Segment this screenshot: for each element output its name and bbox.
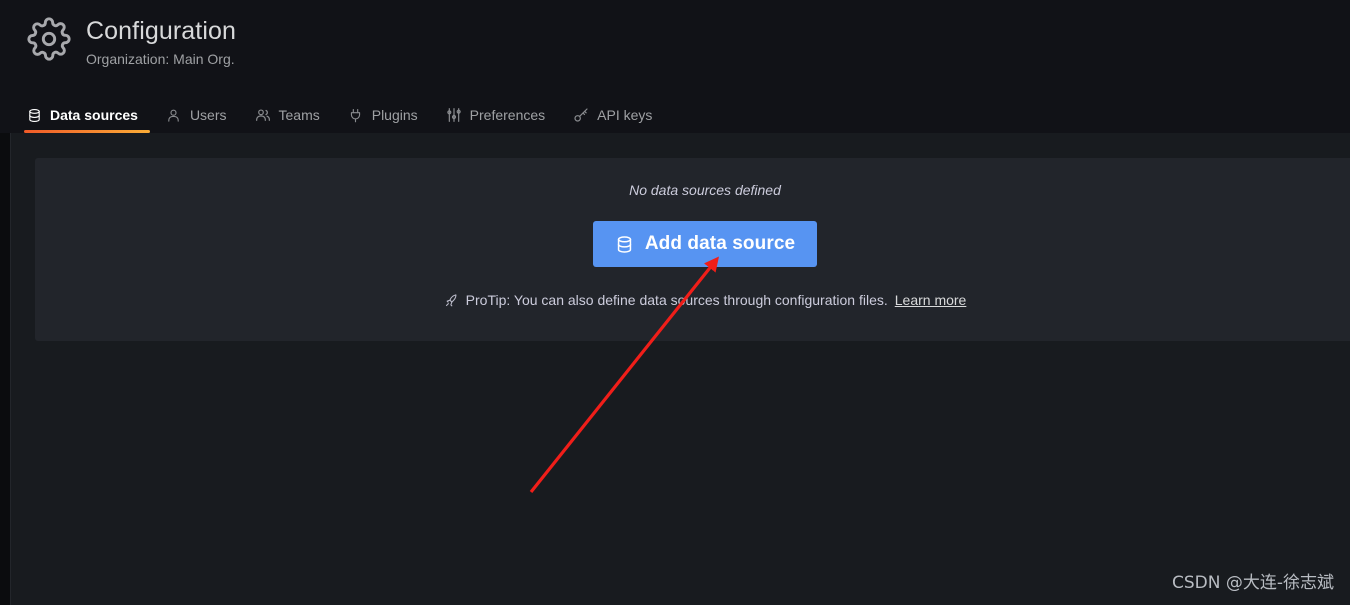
grafana-configuration-page: Configuration Organization: Main Org. Da… bbox=[0, 0, 1350, 605]
watermark: CSDN @大连-徐志斌 bbox=[1171, 573, 1334, 593]
tab-label: Teams bbox=[278, 107, 320, 123]
rocket-icon bbox=[444, 293, 459, 308]
header-title-block: Configuration Organization: Main Org. bbox=[0, 0, 1350, 69]
database-icon bbox=[615, 235, 634, 254]
user-icon bbox=[166, 107, 182, 123]
gear-icon bbox=[24, 14, 74, 64]
protip-text: ProTip: You can also define data sources… bbox=[465, 292, 888, 308]
main-content-area: No data sources defined Add data source bbox=[10, 133, 1350, 605]
tab-preferences[interactable]: Preferences bbox=[432, 97, 559, 133]
add-data-source-label: Add data source bbox=[644, 233, 796, 254]
tab-label: Users bbox=[189, 107, 227, 123]
tab-label: Preferences bbox=[469, 107, 546, 123]
add-data-source-button-wrap: Add data source bbox=[35, 221, 1350, 267]
tab-label: Data sources bbox=[50, 107, 138, 123]
page-title: Configuration bbox=[86, 17, 237, 45]
users-icon bbox=[255, 107, 271, 123]
tab-teams[interactable]: Teams bbox=[241, 97, 334, 133]
tab-label: Plugins bbox=[371, 107, 418, 123]
plug-icon bbox=[348, 107, 364, 123]
tab-api-keys[interactable]: API keys bbox=[559, 97, 666, 133]
learn-more-link[interactable]: Learn more bbox=[895, 290, 967, 310]
protip-row: ProTip: You can also define data sources… bbox=[35, 290, 1350, 310]
tab-bar: Data sources Users Teams Plugins Prefere… bbox=[24, 97, 666, 133]
database-icon bbox=[26, 107, 42, 123]
data-sources-empty-card: No data sources defined Add data source bbox=[35, 158, 1350, 341]
sliders-icon bbox=[446, 107, 462, 123]
tab-plugins[interactable]: Plugins bbox=[334, 97, 432, 133]
key-icon bbox=[573, 107, 589, 123]
header-text-group: Configuration Organization: Main Org. bbox=[86, 14, 236, 69]
page-header: Configuration Organization: Main Org. Da… bbox=[0, 0, 1350, 133]
add-data-source-button[interactable]: Add data source bbox=[592, 221, 818, 267]
tab-data-sources[interactable]: Data sources bbox=[24, 97, 152, 133]
tab-users[interactable]: Users bbox=[152, 97, 241, 133]
tab-label: API keys bbox=[597, 107, 653, 123]
empty-state-message: No data sources defined bbox=[629, 182, 781, 198]
page-subtitle: Organization: Main Org. bbox=[86, 51, 235, 67]
